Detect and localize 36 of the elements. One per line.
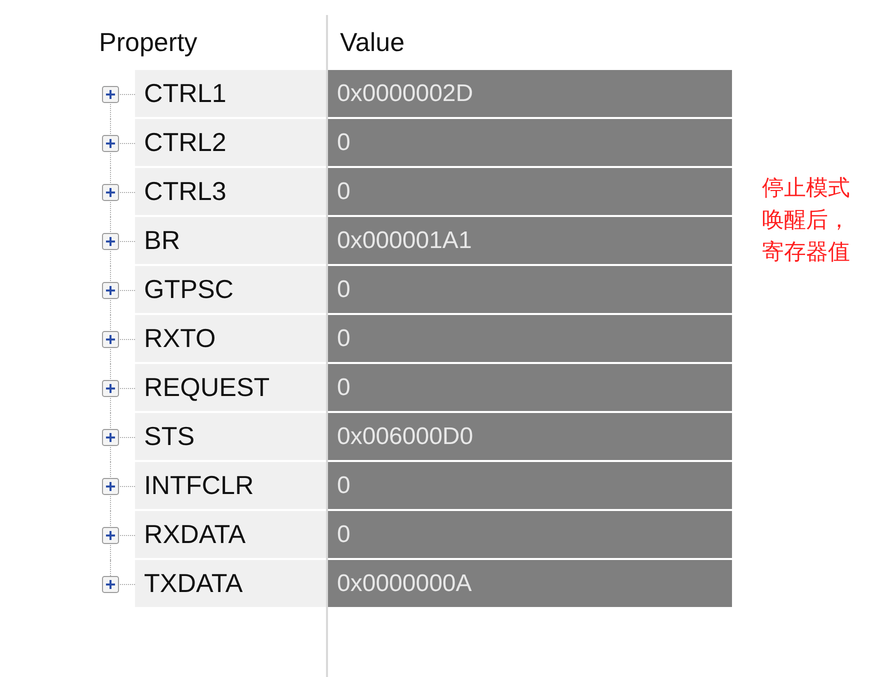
- expand-toggle-icon[interactable]: [102, 429, 119, 446]
- property-value: 0: [328, 119, 732, 166]
- property-name: CTRL1: [135, 70, 326, 117]
- property-name: TXDATA: [135, 560, 326, 607]
- property-name: RXTO: [135, 315, 326, 362]
- expand-toggle-icon[interactable]: [102, 331, 119, 348]
- property-value: 0x0000000A: [328, 560, 732, 607]
- column-header[interactable]: Value: [327, 24, 405, 70]
- property-name: CTRL2: [135, 119, 326, 166]
- property-value: 0x006000D0: [328, 413, 732, 460]
- property-value: 0x000001A1: [328, 217, 732, 264]
- property-value: 0: [328, 511, 732, 558]
- expand-toggle-icon[interactable]: [102, 86, 119, 103]
- property-value: 0: [328, 315, 732, 362]
- property-name: INTFCLR: [135, 462, 326, 509]
- expand-toggle-icon[interactable]: [102, 380, 119, 397]
- property-value: 0: [328, 266, 732, 313]
- property-value: 0: [328, 168, 732, 215]
- property-name: CTRL3: [135, 168, 326, 215]
- property-value: 0: [328, 462, 732, 509]
- column-header[interactable]: Property: [99, 24, 327, 70]
- property-value: 0x0000002D: [328, 70, 732, 117]
- property-value: 0: [328, 364, 732, 411]
- property-name: REQUEST: [135, 364, 326, 411]
- expand-toggle-icon[interactable]: [102, 527, 119, 544]
- annotation-text: 停止模式 唤醒后， 寄存器值: [762, 174, 850, 266]
- property-name: RXDATA: [135, 511, 326, 558]
- expand-toggle-icon[interactable]: [102, 478, 119, 495]
- expand-toggle-icon[interactable]: [102, 135, 119, 152]
- property-name: GTPSC: [135, 266, 326, 313]
- expand-toggle-icon[interactable]: [102, 282, 119, 299]
- expand-toggle-icon[interactable]: [102, 233, 119, 250]
- expand-toggle-icon[interactable]: [102, 184, 119, 201]
- property-name: BR: [135, 217, 326, 264]
- expand-toggle-icon[interactable]: [102, 576, 119, 593]
- property-name: STS: [135, 413, 326, 460]
